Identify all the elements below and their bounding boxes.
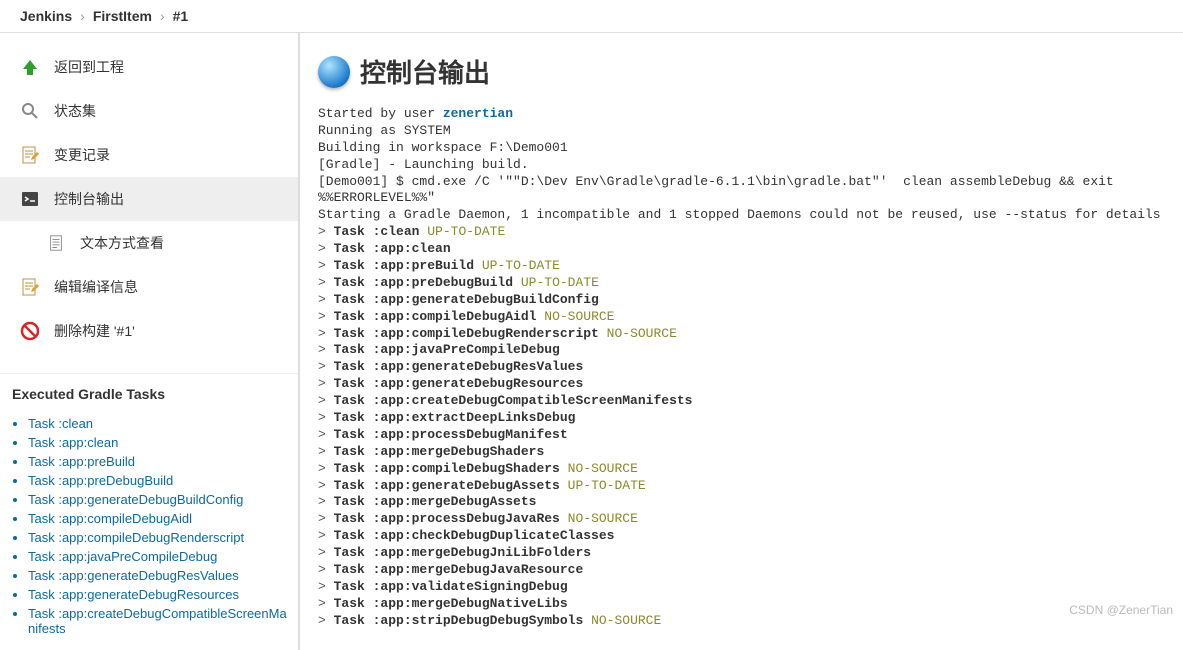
console-task-line: > Task :app:compileDebugShaders NO-SOURC…: [318, 461, 1165, 478]
user-link[interactable]: zenertian: [443, 106, 513, 121]
breadcrumb-item[interactable]: FirstItem: [85, 8, 160, 24]
main-content: 控制台输出 Started by user zenertian Running …: [300, 33, 1183, 650]
console-task-line: > Task :app:mergeDebugJniLibFolders: [318, 545, 1165, 562]
task-status: NO-SOURCE: [591, 613, 661, 628]
console-task-line: > Task :app:processDebugJavaRes NO-SOURC…: [318, 511, 1165, 528]
nav-item-label: 文本方式查看: [80, 233, 164, 253]
nav-item[interactable]: 状态集: [0, 89, 298, 133]
task-status: NO-SOURCE: [568, 511, 638, 526]
console-task-line: > Task :app:createDebugCompatibleScreenM…: [318, 393, 1165, 410]
task-status: UP-TO-DATE: [482, 258, 560, 273]
executed-task-link[interactable]: Task :app:clean: [28, 433, 288, 452]
doc-pencil-icon: [18, 275, 42, 299]
console-task-line: > Task :app:mergeDebugShaders: [318, 444, 1165, 461]
sidebar: 返回到工程状态集变更记录控制台输出文本方式查看编辑编译信息删除构建 '#1' E…: [0, 33, 300, 650]
executed-tasks-header: Executed Gradle Tasks: [0, 373, 298, 410]
nav-item-label: 状态集: [54, 101, 96, 121]
task-status: UP-TO-DATE: [568, 478, 646, 493]
executed-task-link[interactable]: Task :app:javaPreCompileDebug: [28, 547, 288, 566]
nav-list: 返回到工程状态集变更记录控制台输出文本方式查看编辑编译信息删除构建 '#1': [0, 33, 298, 365]
nav-subitem[interactable]: 文本方式查看: [0, 221, 298, 265]
executed-task-link[interactable]: Task :clean: [28, 414, 288, 433]
task-status: NO-SOURCE: [544, 309, 614, 324]
breadcrumb-item[interactable]: #1: [165, 8, 197, 24]
task-status: NO-SOURCE: [607, 326, 677, 341]
doc-pencil-icon: [18, 143, 42, 167]
console-task-line: > Task :app:javaPreCompileDebug: [318, 342, 1165, 359]
executed-task-link[interactable]: Task :app:generateDebugResValues: [28, 566, 288, 585]
up-arrow-icon: [18, 55, 42, 79]
nav-item[interactable]: 编辑编译信息: [0, 265, 298, 309]
executed-task-link[interactable]: Task :app:generateDebugBuildConfig: [28, 490, 288, 509]
watermark: CSDN @ZenerTian: [1069, 603, 1173, 617]
console-task-line: > Task :clean UP-TO-DATE: [318, 224, 1165, 241]
console-task-line: > Task :app:processDebugManifest: [318, 427, 1165, 444]
console-task-line: > Task :app:compileDebugRenderscript NO-…: [318, 326, 1165, 343]
doc-icon: [44, 231, 68, 255]
breadcrumb-item[interactable]: Jenkins: [12, 8, 80, 24]
console-task-line: > Task :app:generateDebugResources: [318, 376, 1165, 393]
console-task-line: > Task :app:preBuild UP-TO-DATE: [318, 258, 1165, 275]
executed-task-link[interactable]: Task :app:generateDebugResources: [28, 585, 288, 604]
console-output: Started by user zenertian Running as SYS…: [318, 106, 1165, 630]
nav-item-label: 控制台输出: [54, 189, 124, 209]
task-status: UP-TO-DATE: [521, 275, 599, 290]
executed-task-link[interactable]: Task :app:preBuild: [28, 452, 288, 471]
console-task-line: > Task :app:preDebugBuild UP-TO-DATE: [318, 275, 1165, 292]
console-task-line: > Task :app:checkDebugDuplicateClasses: [318, 528, 1165, 545]
search-icon: [18, 99, 42, 123]
task-status: NO-SOURCE: [568, 461, 638, 476]
console-task-line: > Task :app:clean: [318, 241, 1165, 258]
executed-task-link[interactable]: Task :app:compileDebugAidl: [28, 509, 288, 528]
console-task-line: > Task :app:stripDebugDebugSymbols NO-SO…: [318, 613, 1165, 630]
page-title: 控制台输出: [360, 53, 490, 90]
executed-task-link[interactable]: Task :app:createDebugCompatibleScreenMan…: [28, 604, 288, 638]
nav-item-label: 变更记录: [54, 145, 110, 165]
executed-task-link[interactable]: Task :app:compileDebugRenderscript: [28, 528, 288, 547]
build-status-orb-icon: [318, 56, 350, 88]
nav-item[interactable]: 控制台输出: [0, 177, 298, 221]
console-task-line: > Task :app:mergeDebugJavaResource: [318, 562, 1165, 579]
nav-item-label: 删除构建 '#1': [54, 321, 135, 341]
console-task-line: > Task :app:generateDebugAssets UP-TO-DA…: [318, 478, 1165, 495]
nav-item-label: 编辑编译信息: [54, 277, 138, 297]
console-task-line: > Task :app:extractDeepLinksDebug: [318, 410, 1165, 427]
nav-item-label: 返回到工程: [54, 57, 124, 77]
task-status: UP-TO-DATE: [427, 224, 505, 239]
console-task-line: > Task :app:mergeDebugAssets: [318, 494, 1165, 511]
executed-task-link[interactable]: Task :app:preDebugBuild: [28, 471, 288, 490]
console-task-line: > Task :app:mergeDebugNativeLibs: [318, 596, 1165, 613]
nav-item[interactable]: 返回到工程: [0, 45, 298, 89]
console-task-line: > Task :app:generateDebugResValues: [318, 359, 1165, 376]
console-task-line: > Task :app:validateSigningDebug: [318, 579, 1165, 596]
no-entry-icon: [18, 319, 42, 343]
breadcrumb: Jenkins › FirstItem › #1: [0, 0, 1183, 33]
terminal-icon: [18, 187, 42, 211]
console-task-line: > Task :app:compileDebugAidl NO-SOURCE: [318, 309, 1165, 326]
console-task-line: > Task :app:generateDebugBuildConfig: [318, 292, 1165, 309]
page-title-row: 控制台输出: [318, 53, 1165, 90]
nav-item[interactable]: 删除构建 '#1': [0, 309, 298, 353]
executed-tasks-list: Task :cleanTask :app:cleanTask :app:preB…: [0, 410, 298, 648]
nav-item[interactable]: 变更记录: [0, 133, 298, 177]
